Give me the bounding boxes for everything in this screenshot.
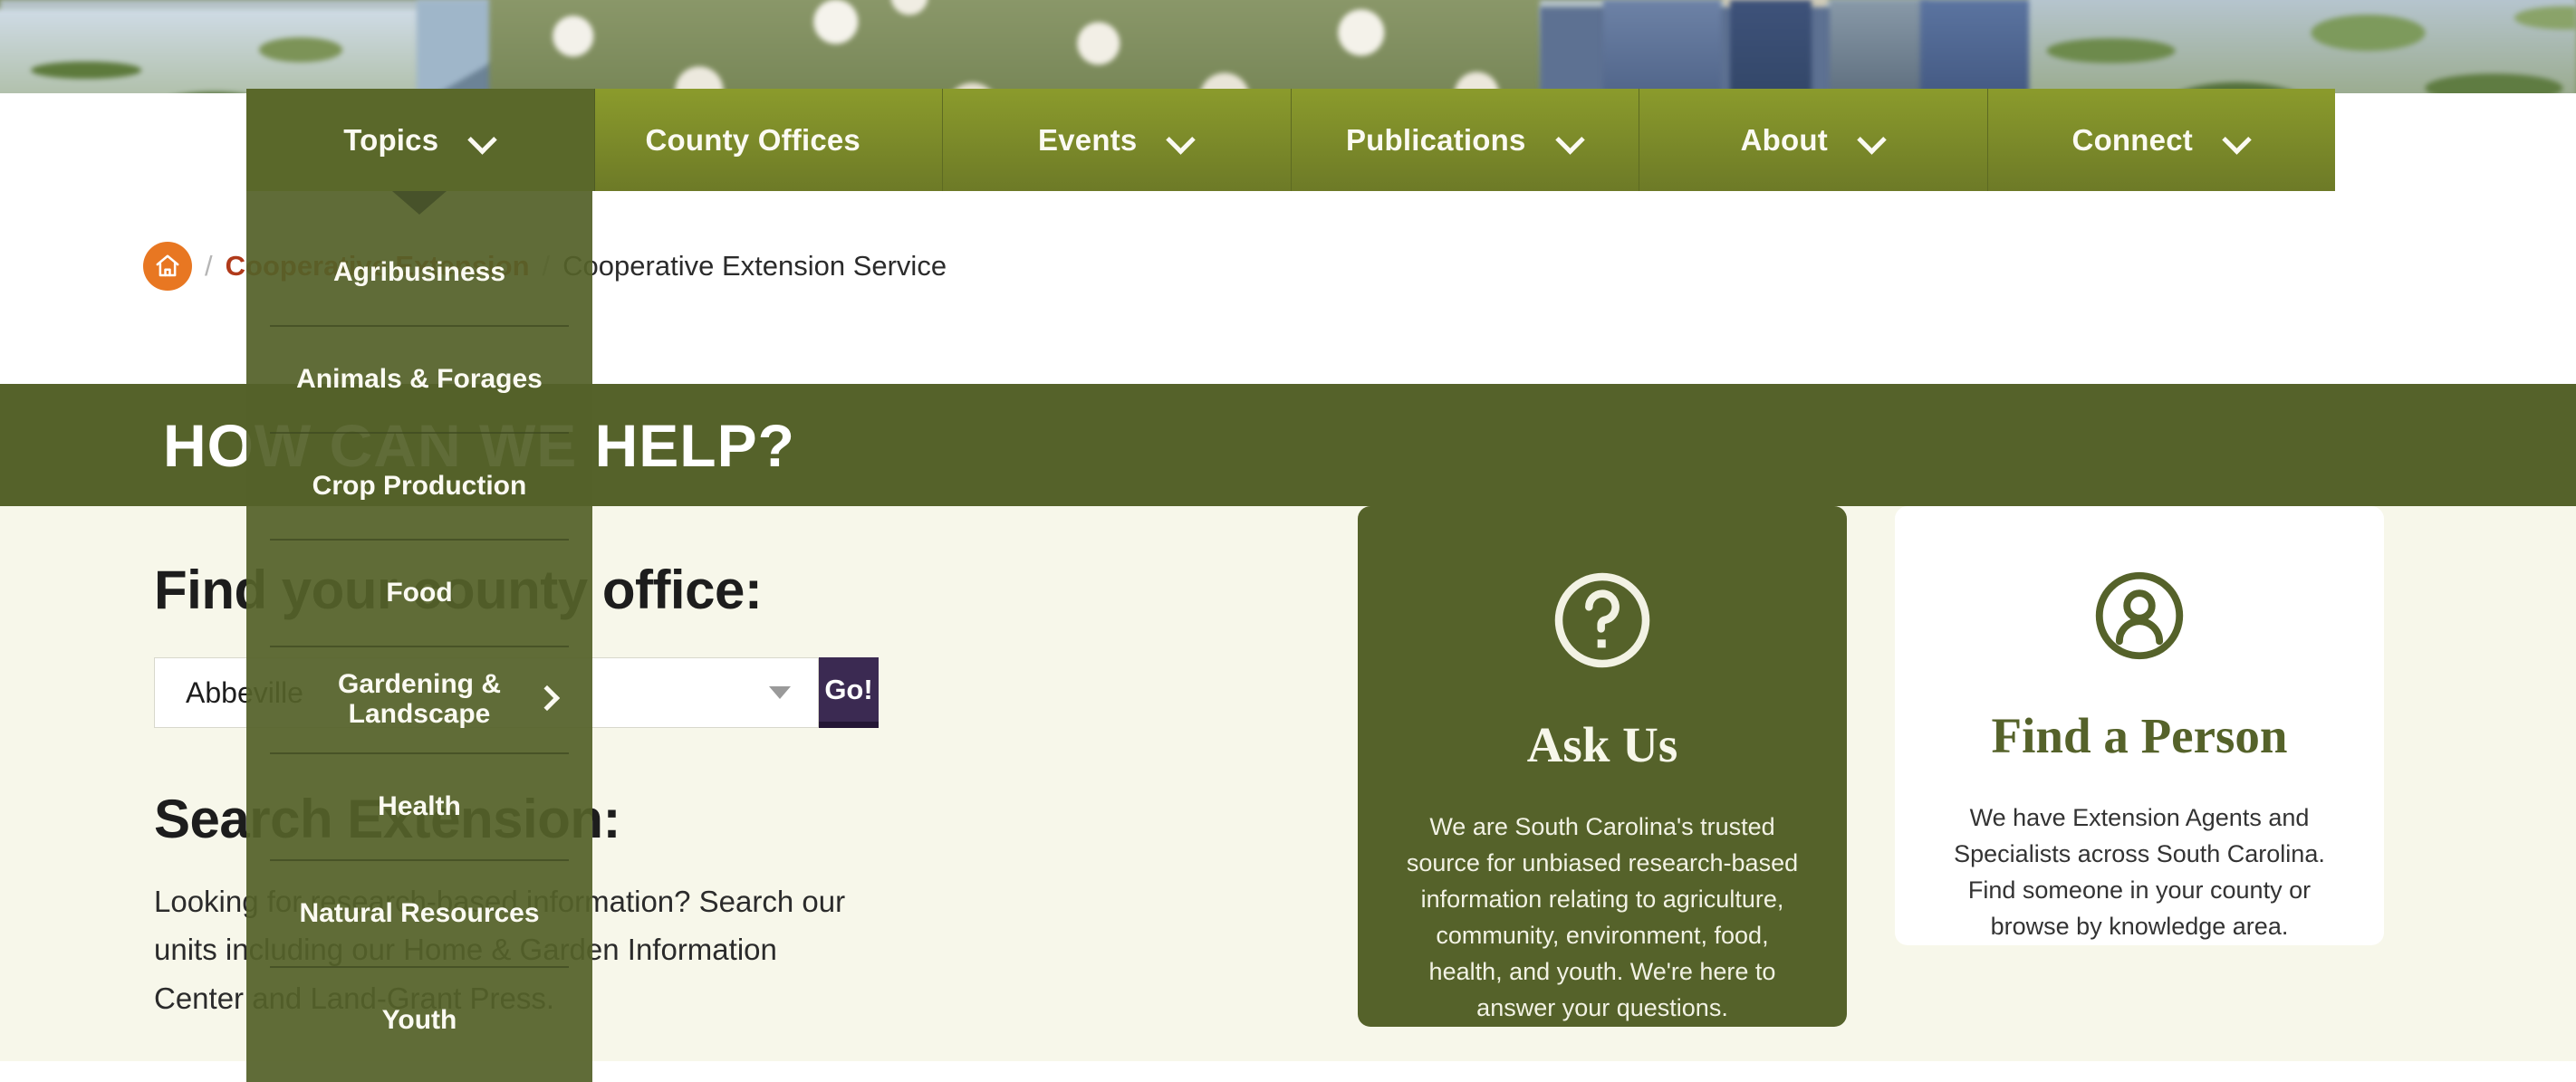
dropdown-item-youth[interactable]: Youth — [246, 966, 592, 1073]
chevron-right-icon[interactable] — [538, 689, 558, 709]
nav-item-label: Publications — [1345, 122, 1526, 157]
hero-right-gutter — [2335, 93, 2576, 128]
card-text: We are South Carolina's trusted source f… — [1406, 813, 1799, 1021]
nav-item-events[interactable]: Events — [943, 89, 1292, 191]
dropdown-pointer — [392, 191, 447, 215]
breadcrumb-current: Cooperative Extension Service — [562, 250, 947, 282]
dropdown-item-label: Animals & Forages — [296, 363, 543, 394]
card-ask-us[interactable]: Ask Us We are South Carolina's trusted s… — [1358, 506, 1847, 1027]
dropdown-item-agribusiness[interactable]: Agribusiness — [246, 218, 592, 325]
dropdown-item-animals-forages[interactable]: Animals & Forages — [246, 325, 592, 432]
dropdown-item-gardening-landscape[interactable]: Gardening & Landscape — [246, 646, 592, 752]
breadcrumb-separator: / — [205, 250, 213, 282]
chevron-down-icon — [2224, 127, 2251, 154]
dropdown-item-label: Natural Resources — [299, 897, 540, 928]
card-text: We have Extension Agents and Specialists… — [1954, 804, 2325, 940]
go-button[interactable]: Go! — [819, 657, 879, 728]
chevron-down-icon — [1557, 127, 1584, 154]
card-find-a-person[interactable]: Find a Person We have Extension Agents a… — [1895, 506, 2384, 945]
nav-item-label: Events — [1038, 122, 1138, 157]
home-icon[interactable] — [143, 242, 192, 291]
dropdown-item-food[interactable]: Food — [246, 539, 592, 646]
topics-dropdown-panel: Agribusiness Animals & Forages Crop Prod… — [246, 191, 592, 1082]
nav-item-label: Topics — [343, 122, 439, 157]
chevron-down-icon — [1859, 127, 1886, 154]
nav-item-topics[interactable]: Topics — [246, 89, 595, 191]
chevron-down-icon — [1168, 127, 1195, 154]
hero-left-gutter — [0, 93, 246, 128]
question-mark-circle-icon — [1398, 562, 1807, 678]
nav-item-about[interactable]: About — [1639, 89, 1988, 191]
chevron-down-icon — [469, 127, 496, 154]
dropdown-item-crop-production[interactable]: Crop Production — [246, 432, 592, 539]
dropdown-item-label: Crop Production — [312, 470, 527, 501]
nav-item-label: County Offices — [645, 122, 860, 157]
dropdown-item-health[interactable]: Health — [246, 752, 592, 859]
nav-item-publications[interactable]: Publications — [1291, 89, 1639, 191]
dropdown-item-label: Food — [386, 577, 453, 608]
dropdown-item-natural-resources[interactable]: Natural Resources — [246, 859, 592, 966]
card-title: Find a Person — [1991, 708, 2288, 763]
dropdown-item-label: Health — [378, 790, 461, 821]
card-title: Ask Us — [1526, 717, 1678, 772]
dropdown-item-label: Agribusiness — [332, 256, 506, 287]
topics-dropdown-list: Agribusiness Animals & Forages Crop Prod… — [246, 218, 592, 1073]
nav-item-county-offices[interactable]: County Offices — [594, 89, 943, 191]
nav-item-label: About — [1740, 122, 1828, 157]
caret-down-icon — [769, 686, 791, 699]
dropdown-item-label: Youth — [381, 1004, 457, 1035]
nav-item-connect[interactable]: Connect — [1987, 89, 2335, 191]
dropdown-item-label: Gardening & Landscape — [337, 669, 501, 729]
nav-item-label: Connect — [2071, 122, 2193, 157]
person-circle-icon — [1935, 562, 2344, 669]
main-navigation: Topics County Offices Events Publication… — [246, 89, 2335, 191]
